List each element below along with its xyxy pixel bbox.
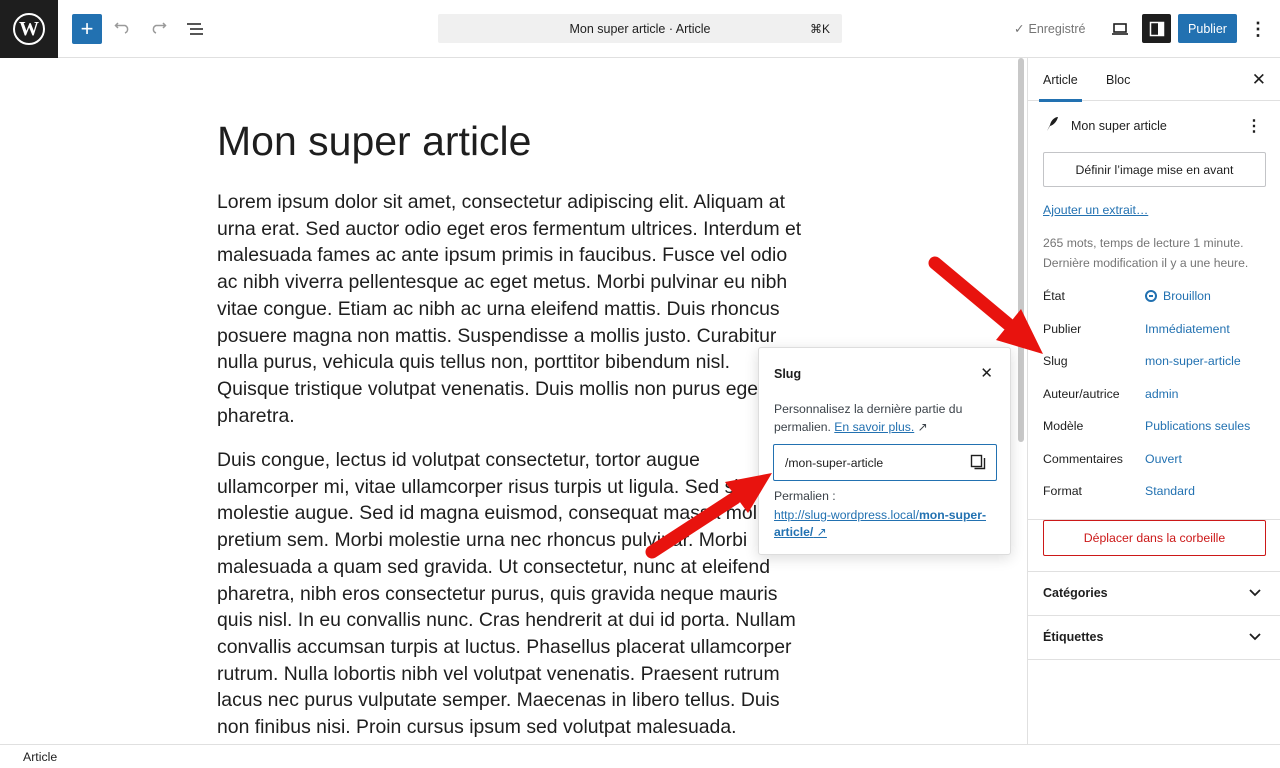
last-modified-text: Dernière modification il y a une heure.: [1043, 256, 1249, 270]
comments-label: Commentaires: [1043, 452, 1123, 466]
document-overview-button[interactable]: [180, 14, 210, 44]
external-link-icon: ↗: [914, 420, 928, 434]
set-featured-image-button[interactable]: Définir l’image mise en avant: [1043, 152, 1266, 187]
plus-icon: +: [80, 16, 94, 41]
wordpress-logo-button[interactable]: W: [0, 0, 58, 58]
post-meta-info: 265 mots, temps de lecture 1 minute. Der…: [1043, 233, 1248, 273]
author-button[interactable]: admin: [1145, 387, 1179, 401]
post-actions-button[interactable]: ⋮: [1246, 116, 1262, 136]
scrollbar-thumb[interactable]: [1018, 58, 1024, 442]
learn-more-link[interactable]: En savoir plus.: [834, 420, 914, 434]
slug-popover: Slug ✕ Personnalisez la dernière partie …: [758, 347, 1011, 555]
command-palette-bar[interactable]: Mon super article · Article ⌘K: [438, 14, 842, 43]
permalink-link[interactable]: http://slug-wordpress.local/mon-super-ar…: [774, 507, 1002, 541]
top-toolbar: W + Mon super article · Article ⌘K ✓ Enr…: [0, 0, 1280, 58]
template-button[interactable]: Publications seules: [1145, 419, 1250, 433]
paragraph-block[interactable]: Lorem ipsum dolor sit amet, consectetur …: [217, 189, 802, 429]
list-view-icon: [187, 23, 203, 35]
close-icon: ✕: [980, 365, 993, 382]
options-button[interactable]: ⋮: [1249, 14, 1267, 44]
categories-panel-toggle[interactable]: Catégories: [1028, 572, 1280, 616]
chevron-down-icon: [1249, 589, 1261, 597]
status-label: État: [1043, 289, 1065, 303]
slug-input-value: /mon-super-article: [785, 456, 884, 470]
slug-input[interactable]: /mon-super-article: [773, 444, 997, 481]
move-to-trash-button[interactable]: Déplacer dans la corbeille: [1043, 520, 1266, 556]
slug-label: Slug: [1043, 354, 1068, 368]
status-value: Brouillon: [1163, 289, 1211, 303]
post-summary-panel: Mon super article ⋮ Définir l’image mise…: [1028, 58, 1280, 556]
word-count-text: 265 mots, temps de lecture 1 minute.: [1043, 236, 1244, 250]
command-shortcut: ⌘K: [809, 21, 830, 36]
feather-icon: [1045, 116, 1059, 136]
author-label: Auteur/autrice: [1043, 387, 1120, 401]
undo-button[interactable]: [108, 14, 138, 44]
add-block-button[interactable]: +: [72, 14, 102, 44]
categories-panel-title: Catégories: [1043, 586, 1108, 600]
publish-label: Publier: [1043, 322, 1082, 336]
copy-icon[interactable]: [970, 454, 986, 470]
saved-status: ✓ Enregistré: [1014, 21, 1086, 37]
check-icon: ✓: [1014, 22, 1025, 36]
document-title: Mon super article · Article: [569, 21, 711, 36]
sidebar-icon: [1149, 21, 1164, 36]
publish-date-button[interactable]: Immédiatement: [1145, 322, 1230, 336]
permalink-base: http://slug-wordpress.local/: [774, 508, 919, 522]
post-title[interactable]: Mon super article: [217, 118, 531, 164]
redo-icon: [152, 22, 167, 34]
preview-button[interactable]: [1107, 16, 1133, 42]
format-button[interactable]: Standard: [1145, 484, 1195, 498]
comments-button[interactable]: Ouvert: [1145, 452, 1182, 466]
publish-button[interactable]: Publier: [1178, 14, 1237, 43]
tags-panel-title: Étiquettes: [1043, 630, 1104, 644]
add-excerpt-link[interactable]: Ajouter un extrait…: [1043, 203, 1148, 217]
template-label: Modèle: [1043, 419, 1084, 433]
popover-close-button[interactable]: ✕: [980, 364, 993, 382]
popover-title: Slug: [774, 367, 802, 381]
laptop-icon: [1112, 23, 1128, 35]
editor-scrollbar[interactable]: [1014, 58, 1028, 744]
summary-post-title: Mon super article: [1071, 119, 1167, 133]
vertical-ellipsis-icon: ⋮: [1249, 18, 1267, 39]
draft-icon: [1145, 290, 1157, 302]
sidebar-panels: Catégories Étiquettes: [1028, 571, 1280, 660]
permalink-label: Permalien :: [774, 489, 836, 503]
status-value-button[interactable]: Brouillon: [1145, 289, 1211, 303]
external-link-icon: ↗: [813, 525, 827, 539]
breadcrumb-article[interactable]: Article: [23, 750, 57, 764]
wordpress-logo-icon: W: [13, 13, 45, 45]
tags-panel-toggle[interactable]: Étiquettes: [1028, 616, 1280, 660]
block-breadcrumb-bar: Article: [0, 744, 1280, 768]
undo-icon: [114, 22, 129, 34]
paragraph-block[interactable]: Duis congue, lectus id volutpat consecte…: [217, 447, 802, 741]
chevron-down-icon: [1249, 633, 1261, 641]
settings-sidebar: Article Bloc ✕ Mon super article ⋮ Défin…: [1028, 58, 1280, 744]
popover-description: Personnalisez la dernière partie du perm…: [774, 400, 999, 436]
redo-button[interactable]: [143, 14, 173, 44]
format-label: Format: [1043, 484, 1082, 498]
slug-button[interactable]: mon-super-article: [1145, 354, 1241, 368]
saved-label: Enregistré: [1028, 21, 1086, 36]
settings-toggle-button[interactable]: [1142, 14, 1171, 43]
